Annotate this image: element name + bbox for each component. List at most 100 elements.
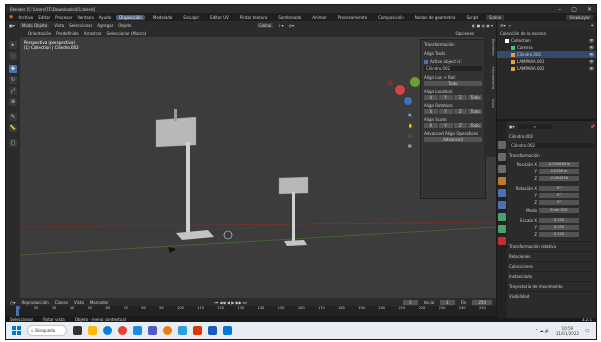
windows-start-icon[interactable] (12, 326, 21, 335)
camera-view-icon[interactable]: 🎥 (408, 133, 413, 138)
align-rot-y[interactable]: Y (438, 109, 453, 114)
menu-vista[interactable]: Vista (54, 23, 64, 28)
transform-panel-header[interactable]: Transformación (509, 150, 595, 161)
snap-icon[interactable]: ⊹▾ (278, 23, 283, 28)
tab-composicion[interactable]: Composición (375, 15, 407, 20)
menu-claves[interactable]: Claves (55, 300, 68, 305)
editor-type-icon[interactable]: ▣▾ (9, 23, 15, 28)
material-tab-icon[interactable] (498, 237, 506, 245)
transform-tool-icon[interactable]: ⊕ (9, 98, 17, 106)
visibility-eye-icon[interactable]: 👁 (589, 52, 594, 57)
outliner-item[interactable]: Cilindro.002 👁 (497, 51, 596, 58)
properties-section-header[interactable]: Colecciones (509, 261, 595, 271)
tab-pintar-textura[interactable]: Pintar textura (237, 15, 270, 20)
output-tab-icon[interactable] (498, 165, 506, 173)
minimize-button[interactable]: – (558, 6, 561, 13)
visibility-eye-icon[interactable]: 👁 (589, 66, 594, 71)
select-box-selector[interactable]: Seleccionar (Marco) (107, 31, 147, 36)
tab-script[interactable]: Script (463, 15, 481, 20)
menu-agregar[interactable]: Agregar (97, 23, 113, 28)
tab-disposicion[interactable]: Disposición (116, 14, 145, 20)
scale-z-field[interactable]: 0.150 (539, 232, 579, 237)
proportional-icon[interactable]: ◎▾ (289, 23, 295, 28)
start-field[interactable]: 1 (440, 299, 455, 305)
tab-animar[interactable]: Animar (309, 15, 329, 20)
zoom-icon[interactable]: 🔍 (408, 113, 413, 118)
outliner-item[interactable]: Camera 👁 (497, 44, 596, 51)
pin-icon[interactable]: 📌 (590, 124, 595, 129)
pivot-selector[interactable]: Predefinido (56, 31, 79, 36)
location-x-field[interactable]: -0.594046 m (539, 162, 579, 167)
properties-section-header[interactable]: Instanciado (509, 271, 595, 281)
word-icon[interactable] (208, 326, 217, 335)
clock-date[interactable]: 31/01/2022 (556, 331, 579, 336)
outliner-item[interactable]: LAMPARA.002 👁 (497, 65, 596, 72)
physics-tab-icon[interactable] (498, 213, 506, 221)
align-loc-all[interactable]: Todo (468, 95, 482, 100)
active-object-field[interactable]: Cilindro.002 (424, 66, 482, 71)
align-scale-x[interactable]: X (424, 123, 438, 128)
move-tool-icon[interactable]: ✥ (9, 65, 17, 73)
end-field[interactable]: 250 (472, 299, 492, 305)
playhead[interactable] (16, 306, 19, 316)
constraints-tab-icon[interactable] (498, 225, 506, 233)
align-loc-y[interactable]: Y (438, 95, 453, 100)
close-button[interactable]: ✕ (587, 6, 592, 13)
tab-sombreado[interactable]: Sombreado (275, 15, 304, 20)
align-rot-z[interactable]: Z (453, 109, 468, 114)
align-scale-all[interactable]: Todo (468, 123, 482, 128)
view-layer-selector[interactable]: ViewLayer (566, 14, 593, 20)
pan-icon[interactable]: ✋ (408, 123, 413, 128)
modifier-tab-icon[interactable] (498, 189, 506, 197)
store-icon[interactable] (133, 326, 142, 335)
properties-section-header[interactable]: Visibilidad (509, 291, 595, 301)
properties-section-header[interactable]: Relaciones (509, 251, 595, 261)
outliner-search-icon[interactable]: ⌕ (509, 23, 511, 28)
menu-marcador[interactable]: Marcador (90, 300, 109, 305)
menu-archivo[interactable]: Archivo (18, 15, 33, 20)
advanced-button[interactable]: Advanced (424, 137, 482, 142)
drag-selector[interactable]: Arrastrar (84, 31, 102, 36)
location-y-field[interactable]: 0.0138 m (539, 169, 579, 174)
tab-esculpir[interactable]: Esculpir (180, 15, 202, 20)
tray-icons[interactable]: ⌃ ☁ 🔊 (535, 328, 550, 333)
app-icon-3[interactable] (223, 326, 232, 335)
active-checkbox[interactable] (424, 59, 428, 64)
current-frame-field[interactable]: 1 (403, 299, 418, 305)
notifications-icon[interactable]: 🗨 (585, 328, 590, 333)
options-button[interactable]: Opciones (455, 31, 474, 36)
blender-logo-icon[interactable]: ◉ (9, 14, 13, 20)
3d-viewport[interactable]: Perspectiva (perspectiva) (1) Collection… (20, 37, 496, 298)
menu-reproduccion[interactable]: Reproducción (22, 300, 49, 305)
playback-controls[interactable]: ⏮ ◀◀ ◀ ▶ ▶▶ ⏭ (215, 300, 247, 305)
menu-vista-timeline[interactable]: Vista (74, 300, 84, 305)
orientation-selector[interactable]: Global (256, 22, 274, 28)
task-view-icon[interactable] (73, 326, 82, 335)
teams-icon[interactable] (148, 326, 157, 335)
tab-procesamiento[interactable]: Procesamiento (335, 15, 371, 20)
timeline-editor-icon[interactable]: ◷▾ (10, 300, 16, 305)
tab-vista[interactable]: Vista (485, 99, 495, 123)
tab-elemento[interactable]: Elemento (485, 39, 495, 63)
props-search-icon[interactable]: ⌕ (517, 124, 553, 129)
maximize-button[interactable]: ▢ (571, 6, 577, 13)
grid-icon[interactable]: ▦ (408, 143, 413, 148)
align-tools-section[interactable]: Align Tools (421, 49, 485, 58)
rotation-mode-select[interactable]: Euler XYZ (539, 208, 579, 213)
taskbar-search[interactable]: ⌕ Búsqueda (27, 325, 67, 336)
scale-y-field[interactable]: 0.150 (539, 225, 579, 230)
menu-editar[interactable]: Editar (38, 15, 50, 20)
object-tab-icon[interactable] (498, 177, 506, 185)
timeline-ruler[interactable]: 1020304050607080901001101201301401501601… (6, 306, 496, 316)
align-loc-x[interactable]: X (424, 95, 438, 100)
file-explorer-icon[interactable] (88, 326, 97, 335)
tab-editar-uv[interactable]: Editar UV (207, 15, 232, 20)
blender-taskbar-icon[interactable] (163, 326, 172, 335)
scene-collection-label[interactable]: Colección de la escena (497, 30, 596, 37)
visibility-eye-icon[interactable]: 👁 (589, 59, 594, 64)
properties-section-header[interactable]: Transformación relativa (509, 241, 595, 251)
mode-selector[interactable]: Modo Objeto (19, 22, 50, 28)
visibility-eye-icon[interactable]: 👁 (589, 45, 594, 50)
outliner-item[interactable]: Collection 👁 (497, 37, 596, 44)
rotation-x-field[interactable]: 0° (539, 186, 579, 191)
